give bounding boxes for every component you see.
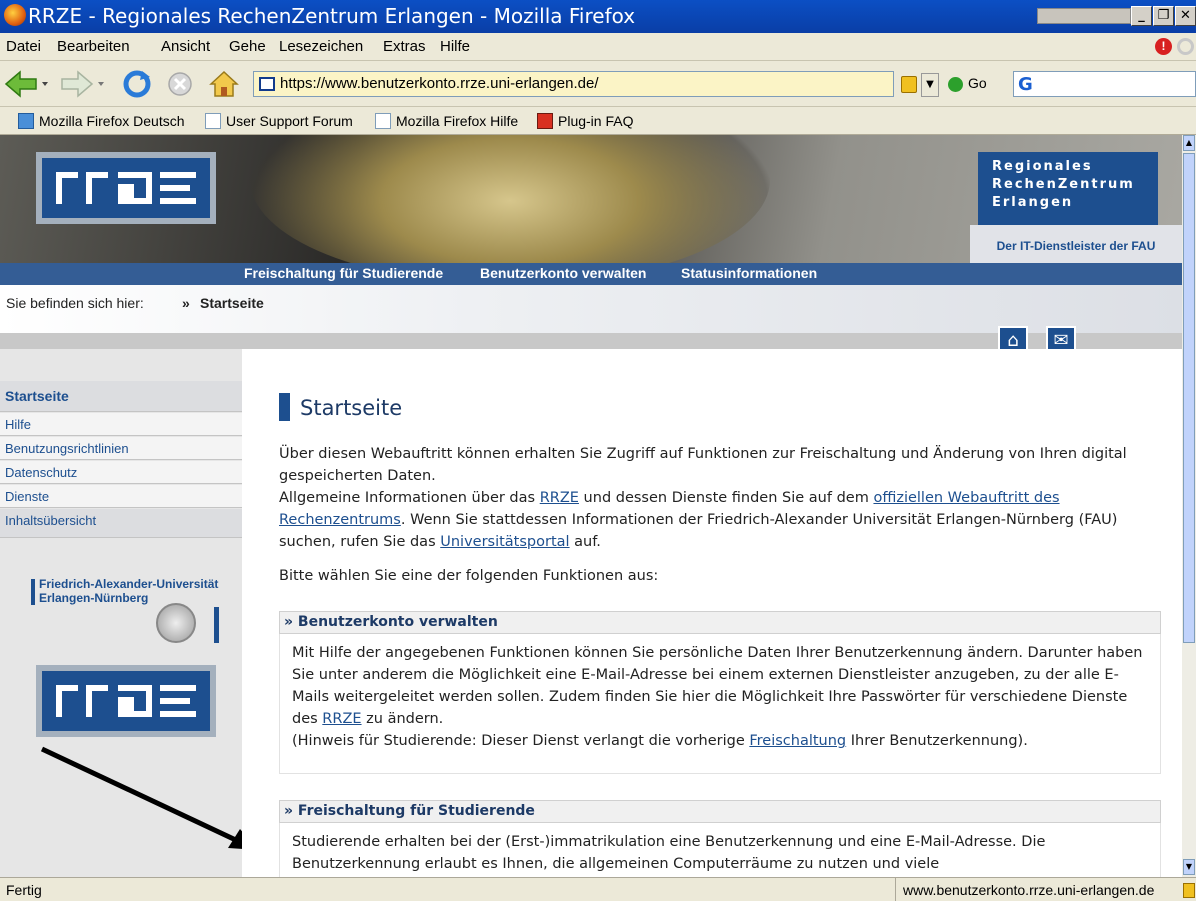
scroll-down-icon[interactable]: ▼ (1183, 859, 1195, 875)
annotation-arrow-icon (40, 746, 258, 850)
section-title: Freischaltung für Studierende (297, 803, 535, 819)
org-line: Erlangen (992, 195, 1074, 210)
fau-line1: Friedrich-Alexander-Universität (39, 577, 219, 591)
topnav-freischaltung[interactable]: Freischaltung für Studierende (244, 265, 443, 281)
rrze-link[interactable]: RRZE (540, 490, 579, 506)
rrze-link[interactable]: RRZE (322, 711, 361, 727)
breadcrumb-prefix: Sie befinden sich hier: (6, 295, 144, 311)
bookmark-label: User Support Forum (226, 113, 353, 129)
header-photo (250, 135, 770, 263)
search-input[interactable]: G (1013, 71, 1196, 97)
go-icon[interactable] (948, 77, 963, 92)
menu-gehe[interactable]: Gehe (229, 38, 266, 55)
close-button[interactable]: ✕ (1175, 6, 1196, 26)
navigation-toolbar: https://www.benutzerkonto.rrze.uni-erlan… (0, 61, 1196, 107)
page-title: Startseite (300, 396, 403, 420)
url-dropdown-button[interactable]: ▼ (921, 73, 939, 97)
fau-line2: Erlangen-Nürnberg (39, 591, 149, 605)
browser-window: RRZE - Regionales RechenZentrum Erlangen… (0, 0, 1196, 901)
sidebar-item-benutzungsrichtlinien[interactable]: Benutzungsrichtlinien (0, 437, 242, 460)
page-content: Regionales RechenZentrum Erlangen Der IT… (0, 135, 1182, 877)
bookmark-label: Mozilla Firefox Deutsch (39, 113, 185, 129)
page-icon (375, 113, 391, 129)
firefox-deutsch-icon (18, 113, 34, 129)
bookmarks-toolbar: Mozilla Firefox Deutsch User Support For… (0, 107, 1196, 135)
menu-ansicht[interactable]: Ansicht (161, 38, 210, 55)
sidebar-item-startseite[interactable]: Startseite (0, 381, 242, 412)
sidebar-item-inhaltsuebersicht[interactable]: Inhaltsübersicht (0, 509, 242, 538)
minimize-button[interactable]: _ (1131, 6, 1152, 26)
status-text: Fertig (6, 882, 42, 898)
status-url: www.benutzerkonto.rrze.uni-erlangen.de (903, 882, 1155, 898)
menu-bar: Datei Bearbeiten Ansicht Gehe Lesezeiche… (0, 33, 1196, 61)
status-bar: Fertig www.benutzerkonto.rrze.uni-erlang… (0, 877, 1196, 901)
google-icon: G (1018, 74, 1033, 95)
reload-icon[interactable] (120, 69, 154, 99)
topnav-statusinformationen[interactable]: Statusinformationen (681, 265, 817, 281)
intro-paragraph-2: Allgemeine Informationen über das RRZE u… (279, 490, 1118, 550)
vertical-scrollbar[interactable]: ▲ ▼ (1182, 135, 1196, 877)
stop-indicator-icon: ! (1155, 38, 1172, 55)
restore-button[interactable]: ❐ (1153, 6, 1174, 26)
section-benutzerkonto-body: Mit Hilfe der angegebenen Funktionen kön… (279, 634, 1161, 774)
intro-paragraph: Über diesen Webauftritt können erhalten … (279, 446, 1127, 484)
home-icon[interactable] (207, 69, 241, 99)
bookmark-user-support-forum[interactable]: User Support Forum (205, 113, 353, 129)
bookmark-plugin-faq[interactable]: Plug-in FAQ (537, 113, 633, 129)
lock-icon[interactable] (901, 76, 917, 93)
section-freischaltung-header[interactable]: » Freischaltung für Studierende (279, 800, 1161, 823)
org-line: Regionales (992, 159, 1093, 174)
top-navigation: Freischaltung für Studierende Benutzerko… (0, 263, 1182, 285)
back-icon[interactable] (4, 69, 52, 99)
topnav-benutzerkonto[interactable]: Benutzerkonto verwalten (480, 265, 646, 281)
sidebar-item-dienste[interactable]: Dienste (0, 485, 242, 508)
firefox-icon (4, 4, 26, 26)
bookmark-label: Plug-in FAQ (558, 113, 634, 129)
stop-icon[interactable] (165, 69, 195, 99)
scroll-up-icon[interactable]: ▲ (1183, 135, 1195, 151)
url-text: https://www.benutzerkonto.rrze.uni-erlan… (280, 75, 599, 92)
title-marker (279, 393, 290, 421)
title-bar: RRZE - Regionales RechenZentrum Erlangen… (0, 0, 1196, 33)
bookmark-firefox-hilfe[interactable]: Mozilla Firefox Hilfe (375, 113, 518, 129)
section-title: Benutzerkonto verwalten (297, 614, 498, 630)
university-portal-link[interactable]: Universitätsportal (440, 534, 569, 550)
menu-lesezeichen[interactable]: Lesezeichen (279, 38, 363, 55)
page-icon (205, 113, 221, 129)
scroll-thumb[interactable] (1183, 153, 1195, 643)
plugin-icon (537, 113, 553, 129)
breadcrumb-current[interactable]: Startseite (200, 295, 264, 311)
menu-datei[interactable]: Datei (6, 38, 41, 55)
throbber-icon (1177, 38, 1194, 55)
tray-icons (1037, 8, 1131, 24)
freischaltung-link[interactable]: Freischaltung (749, 733, 846, 749)
fau-logo[interactable]: Friedrich-Alexander-Universität Erlangen… (31, 575, 231, 645)
sidebar-item-datenschutz[interactable]: Datenschutz (0, 461, 242, 484)
menu-extras[interactable]: Extras (383, 38, 426, 55)
forward-icon[interactable] (58, 69, 106, 99)
choose-text: Bitte wählen Sie eine der folgenden Funk… (279, 568, 659, 584)
section-arrow-icon: » (284, 614, 298, 630)
fau-seal-icon (156, 603, 196, 643)
menu-bearbeiten[interactable]: Bearbeiten (57, 38, 130, 55)
menu-hilfe[interactable]: Hilfe (440, 38, 470, 55)
tagline: Der IT-Dienstleister der FAU (970, 225, 1182, 263)
bookmark-label: Mozilla Firefox Hilfe (396, 113, 519, 129)
bookmark-firefox-deutsch[interactable]: Mozilla Firefox Deutsch (18, 113, 185, 129)
sidebar-item-hilfe[interactable]: Hilfe (0, 413, 242, 436)
window-title: RRZE - Regionales RechenZentrum Erlangen… (28, 4, 636, 28)
url-input[interactable]: https://www.benutzerkonto.rrze.uni-erlan… (253, 71, 894, 97)
site-favicon (259, 77, 275, 91)
section-benutzerkonto-header[interactable]: » Benutzerkonto verwalten (279, 611, 1161, 634)
go-button[interactable]: Go (968, 75, 987, 91)
rrze-sidebar-logo[interactable] (36, 665, 216, 737)
status-lock-icon[interactable] (1183, 883, 1195, 898)
org-line: RechenZentrum (992, 177, 1135, 192)
rrze-logo[interactable] (36, 152, 216, 224)
rrze-org-box: Regionales RechenZentrum Erlangen (978, 152, 1158, 225)
main-content: Startseite Über diesen Webauftritt könne… (242, 349, 1182, 877)
breadcrumb-arrow-icon: » (182, 295, 190, 311)
section-freischaltung-body: Studierende erhalten bei der (Erst-)imma… (279, 823, 1161, 877)
section-arrow-icon: » (284, 803, 298, 819)
